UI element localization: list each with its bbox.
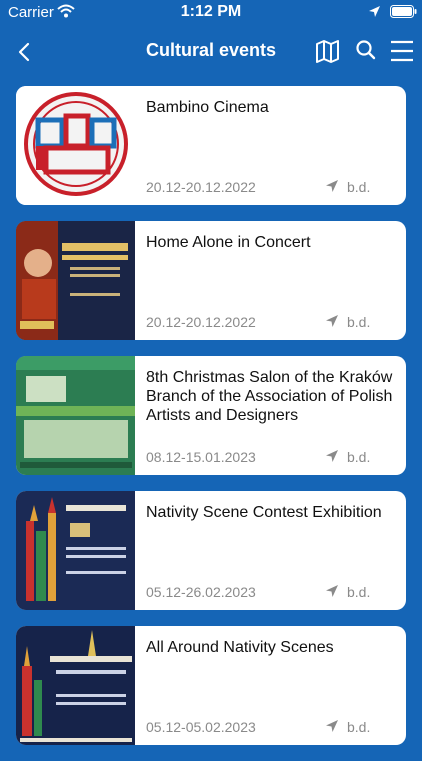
battery-icon bbox=[390, 5, 417, 22]
location-arrow-icon bbox=[325, 449, 339, 468]
event-location: b.d. bbox=[347, 719, 371, 735]
event-title: All Around Nativity Scenes bbox=[146, 639, 334, 656]
event-thumbnail bbox=[16, 626, 135, 745]
location-arrow-icon bbox=[368, 5, 381, 22]
location-arrow-icon bbox=[325, 179, 339, 198]
event-list: Bambino Cinema 20.12-20.12.2022 b.d. Hom… bbox=[16, 86, 406, 761]
event-location: b.d. bbox=[347, 314, 371, 330]
event-dates: 20.12-20.12.2022 bbox=[146, 314, 256, 330]
event-thumbnail bbox=[16, 86, 135, 205]
navigation-bar: Cultural events bbox=[0, 26, 422, 78]
event-thumbnail bbox=[16, 221, 135, 340]
event-dates: 05.12-05.02.2023 bbox=[146, 719, 256, 735]
clock: 1:12 PM bbox=[180, 3, 242, 20]
event-card[interactable]: 8th Christmas Salon of the Kraków Branch… bbox=[16, 356, 406, 475]
map-icon[interactable] bbox=[315, 39, 340, 69]
status-bar: Carrier 1:12 PM bbox=[0, 0, 422, 26]
event-thumbnail bbox=[16, 491, 135, 610]
event-title: Bambino Cinema bbox=[146, 99, 269, 116]
hamburger-menu-icon[interactable] bbox=[390, 40, 414, 67]
event-thumbnail bbox=[16, 356, 135, 475]
event-location: b.d. bbox=[347, 179, 371, 195]
event-location: b.d. bbox=[347, 449, 371, 465]
event-dates: 08.12-15.01.2023 bbox=[146, 449, 256, 465]
search-icon[interactable] bbox=[355, 39, 377, 66]
location-arrow-icon bbox=[325, 719, 339, 738]
event-card[interactable]: Bambino Cinema 20.12-20.12.2022 b.d. bbox=[16, 86, 406, 205]
event-card[interactable]: Nativity Scene Contest Exhibition 05.12-… bbox=[16, 491, 406, 610]
event-dates: 05.12-26.02.2023 bbox=[146, 584, 256, 600]
event-title: 8th Christmas Salon of the Kraków Branch… bbox=[146, 369, 393, 424]
event-title: Home Alone in Concert bbox=[146, 234, 311, 251]
location-arrow-icon bbox=[325, 314, 339, 333]
event-dates: 20.12-20.12.2022 bbox=[146, 179, 256, 195]
event-location: b.d. bbox=[347, 584, 371, 600]
location-arrow-icon bbox=[325, 584, 339, 603]
event-card[interactable]: All Around Nativity Scenes 05.12-05.02.2… bbox=[16, 626, 406, 745]
event-card[interactable]: Home Alone in Concert 20.12-20.12.2022 b… bbox=[16, 221, 406, 340]
event-title: Nativity Scene Contest Exhibition bbox=[146, 504, 382, 521]
